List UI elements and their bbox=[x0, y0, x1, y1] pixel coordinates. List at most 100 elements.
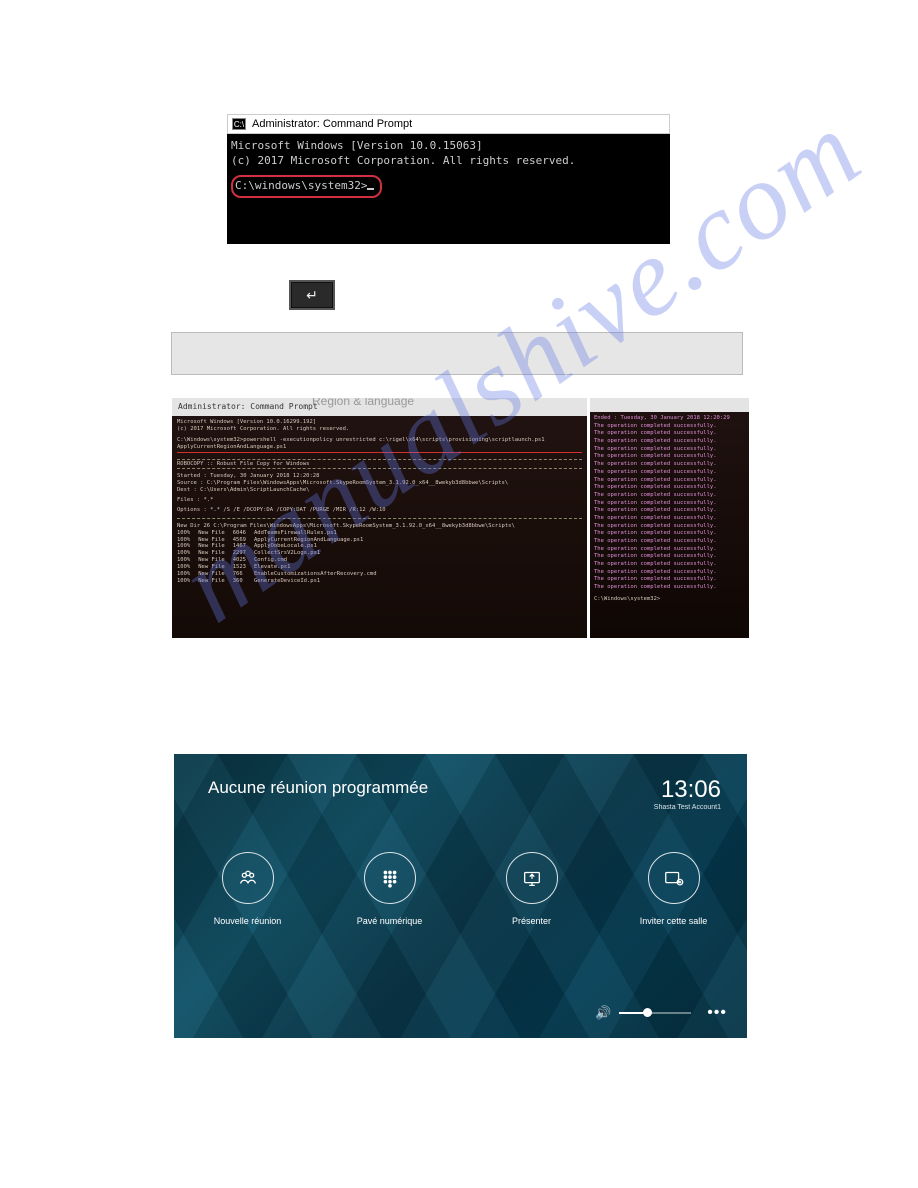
success-line: The operation completed successfully. bbox=[594, 576, 745, 584]
success-line: The operation completed successfully. bbox=[594, 446, 745, 454]
table-cell: Elevate.ps1 bbox=[254, 564, 385, 571]
robocopy-header: ROBOCOPY :: Robust File Copy for Windows bbox=[177, 459, 582, 470]
table-cell: ApplyOobeLocale.ps1 bbox=[254, 543, 385, 550]
success-line: The operation completed successfully. bbox=[594, 507, 745, 515]
table-cell: CollectSrsV2Logs.ps1 bbox=[254, 550, 385, 557]
panel-buttons: Nouvelle réunion Pavé numérique Présenter I… bbox=[174, 852, 747, 926]
table-cell: 4569 bbox=[233, 537, 254, 544]
pr-prompt: C:\Windows\system32> bbox=[594, 596, 745, 604]
cmd-photo-left-titlebar: Administrator: Command Prompt bbox=[172, 398, 587, 416]
success-line: The operation completed successfully. bbox=[594, 477, 745, 485]
success-line: The operation completed successfully. bbox=[594, 515, 745, 523]
table-cell: 4025 bbox=[233, 557, 254, 564]
table-cell: EnableCustomizationsAfterRecovery.cmd bbox=[254, 571, 385, 578]
success-line: The operation completed successfully. bbox=[594, 538, 745, 546]
volume-track[interactable] bbox=[619, 1012, 691, 1014]
new-meeting-button[interactable]: Nouvelle réunion bbox=[203, 852, 293, 926]
powershell-command: C:\Windows\system32>powershell -executio… bbox=[177, 437, 582, 453]
table-cell: 100% bbox=[177, 571, 198, 578]
robocopy-source: Source : C:\Program Files\WindowsApps\Mi… bbox=[177, 480, 582, 487]
dialpad-icon bbox=[364, 852, 416, 904]
table-cell: ApplyCurrentRegionAndLanguage.ps1 bbox=[254, 537, 385, 544]
table-row: 100%New File2297CollectSrsV2Logs.ps1 bbox=[177, 550, 385, 557]
cmd-line-2: (c) 2017 Microsoft Corporation. All righ… bbox=[231, 154, 664, 169]
table-cell: New File bbox=[198, 564, 233, 571]
success-line: The operation completed successfully. bbox=[594, 569, 745, 577]
success-line: The operation completed successfully. bbox=[594, 500, 745, 508]
cmd-title-bar: C:\ Administrator: Command Prompt bbox=[227, 114, 670, 134]
button-label: Nouvelle réunion bbox=[214, 916, 282, 926]
dialpad-button[interactable]: Pavé numérique bbox=[345, 852, 435, 926]
table-cell: 1467 bbox=[233, 543, 254, 550]
table-cell: 100% bbox=[177, 564, 198, 571]
account-name: Shasta Test Account1 bbox=[654, 804, 721, 811]
table-cell: 100% bbox=[177, 530, 198, 537]
pl-line2: (c) 2017 Microsoft Corporation. All righ… bbox=[177, 426, 582, 433]
volume-control[interactable]: 🔊 ••• bbox=[595, 1004, 727, 1022]
robocopy-started: Started : Tuesday, 30 January 2018 12:20… bbox=[177, 473, 582, 480]
table-cell: GenerateDeviceId.ps1 bbox=[254, 578, 385, 585]
robocopy-options: Options : *.* /S /E /DCOPY:DA /COPY:DAT … bbox=[177, 507, 582, 514]
success-line: The operation completed successfully. bbox=[594, 561, 745, 569]
cursor-icon bbox=[367, 188, 374, 190]
success-line: The operation completed successfully. bbox=[594, 423, 745, 431]
screenshot-pair: Administrator: Command Prompt Microsoft … bbox=[172, 398, 749, 638]
people-icon bbox=[222, 852, 274, 904]
success-line: The operation completed successfully. bbox=[594, 492, 745, 500]
success-line: The operation completed successfully. bbox=[594, 469, 745, 477]
table-cell: 100% bbox=[177, 578, 198, 585]
robocopy-dest: Dest : C:\Users\Admin\ScriptLaunchCache\ bbox=[177, 487, 582, 494]
cmd-line-1: Microsoft Windows [Version 10.0.15063] bbox=[231, 139, 664, 154]
success-line: The operation completed successfully. bbox=[594, 530, 745, 538]
table-cell: New File bbox=[198, 571, 233, 578]
table-cell: Config.cmd bbox=[254, 557, 385, 564]
panel-clock: 13:06 Shasta Test Account1 bbox=[654, 776, 721, 811]
volume-thumb[interactable] bbox=[643, 1008, 652, 1017]
table-row: 100%New File360GenerateDeviceId.ps1 bbox=[177, 578, 385, 585]
ended-line: Ended : Tuesday, 30 January 2018 12:20:2… bbox=[594, 415, 745, 423]
table-row: 100%New File4569ApplyCurrentRegionAndLan… bbox=[177, 537, 385, 544]
panel-heading: Aucune réunion programmée bbox=[208, 778, 428, 798]
success-lines: The operation completed successfully.The… bbox=[594, 423, 745, 592]
present-icon bbox=[506, 852, 558, 904]
teams-room-panel: Aucune réunion programmée 13:06 Shasta T… bbox=[174, 754, 747, 1038]
cmd-photo-left-title: Administrator: Command Prompt bbox=[178, 402, 318, 412]
success-line: The operation completed successfully. bbox=[594, 553, 745, 561]
cmd-photo-right: Ended : Tuesday, 30 January 2018 12:20:2… bbox=[590, 398, 749, 638]
invite-button[interactable]: Inviter cette salle bbox=[629, 852, 719, 926]
button-label: Présenter bbox=[512, 916, 551, 926]
table-cell: New File bbox=[198, 578, 233, 585]
table-cell: 6046 bbox=[233, 530, 254, 537]
success-line: The operation completed successfully. bbox=[594, 546, 745, 554]
robocopy-newdir: New Dir 26 C:\Program Files\WindowsApps\… bbox=[177, 523, 582, 530]
success-line: The operation completed successfully. bbox=[594, 523, 745, 531]
robocopy-files: Files : *.* bbox=[177, 497, 582, 504]
button-label: Pavé numérique bbox=[357, 916, 423, 926]
table-row: 100%New File4025Config.cmd bbox=[177, 557, 385, 564]
cmd-title-text: Administrator: Command Prompt bbox=[252, 118, 412, 130]
table-cell: 766 bbox=[233, 571, 254, 578]
enter-key-button[interactable]: ↵ bbox=[289, 280, 335, 310]
success-line: The operation completed successfully. bbox=[594, 484, 745, 492]
button-label: Inviter cette salle bbox=[640, 916, 708, 926]
table-cell: 100% bbox=[177, 550, 198, 557]
robocopy-table: 100%New File6046AddTeamsFirewallRules.ps… bbox=[177, 530, 385, 585]
empty-grey-box bbox=[171, 332, 743, 375]
clock-time: 13:06 bbox=[654, 776, 721, 804]
table-cell: New File bbox=[198, 530, 233, 537]
success-line: The operation completed successfully. bbox=[594, 453, 745, 461]
success-line: The operation completed successfully. bbox=[594, 430, 745, 438]
present-button[interactable]: Présenter bbox=[487, 852, 577, 926]
cmd-body[interactable]: Microsoft Windows [Version 10.0.15063] (… bbox=[227, 134, 670, 244]
table-cell: AddTeamsFirewallRules.ps1 bbox=[254, 530, 385, 537]
more-icon[interactable]: ••• bbox=[707, 1004, 727, 1022]
cmd-icon: C:\ bbox=[232, 118, 246, 130]
table-cell: New File bbox=[198, 543, 233, 550]
table-cell: 100% bbox=[177, 537, 198, 544]
table-cell: New File bbox=[198, 557, 233, 564]
table-row: 100%New File6046AddTeamsFirewallRules.ps… bbox=[177, 530, 385, 537]
success-line: The operation completed successfully. bbox=[594, 584, 745, 592]
table-cell: New File bbox=[198, 537, 233, 544]
table-cell: 1523 bbox=[233, 564, 254, 571]
table-cell: 2297 bbox=[233, 550, 254, 557]
